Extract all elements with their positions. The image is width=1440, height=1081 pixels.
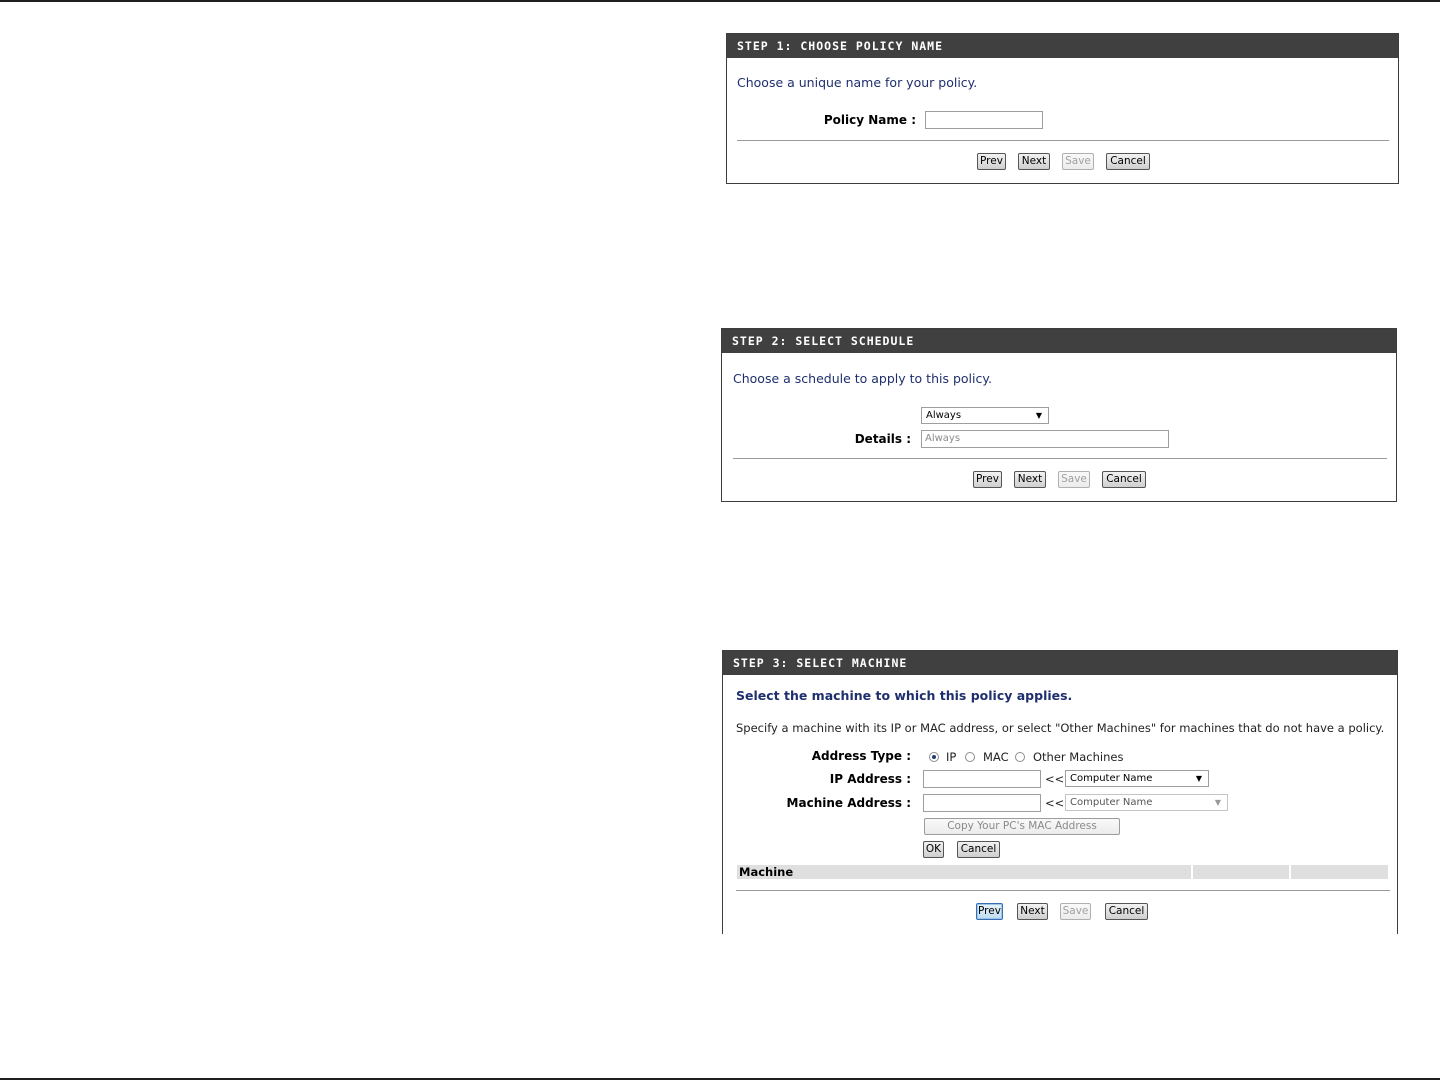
copy-mac-address-button[interactable]: Copy Your PC's MAC Address (924, 818, 1120, 835)
mac-computer-name-select[interactable]: Computer Name ▼ (1065, 794, 1228, 811)
address-type-mac-label: MAC (983, 750, 1009, 764)
step1-intro: Choose a unique name for your policy. (737, 75, 978, 90)
step1-divider (737, 140, 1389, 141)
dropdown-arrow-icon: ▼ (1214, 798, 1221, 807)
step1-cancel-button[interactable]: Cancel (1106, 153, 1150, 170)
step3-header: STEP 3: SELECT MACHINE (723, 651, 1397, 675)
top-page-rule (0, 0, 1440, 2)
step2-header: STEP 2: SELECT SCHEDULE (722, 329, 1396, 353)
mac-computer-name-value: Computer Name (1070, 797, 1153, 808)
bottom-page-rule (0, 1078, 1440, 1080)
policy-name-input[interactable] (925, 111, 1043, 129)
machine-table-header-cell-3 (1290, 864, 1389, 880)
step2-cancel-button[interactable]: Cancel (1102, 471, 1146, 488)
step1-next-button[interactable]: Next (1018, 153, 1050, 170)
step3-next-button[interactable]: Next (1017, 903, 1048, 920)
schedule-select[interactable]: Always ▼ (921, 407, 1049, 424)
step3-description: Specify a machine with its IP or MAC add… (736, 721, 1385, 735)
step2-divider (733, 458, 1387, 459)
step1-header: STEP 1: CHOOSE POLICY NAME (727, 34, 1398, 58)
step2-prev-button[interactable]: Prev (973, 471, 1002, 488)
step1-prev-button[interactable]: Prev (977, 153, 1006, 170)
machine-address-label: Machine Address : (786, 796, 911, 810)
details-label: Details : (854, 432, 911, 446)
machine-table-header: Machine (736, 864, 1192, 880)
details-field: Always (921, 430, 1169, 448)
ip-address-input[interactable] (923, 770, 1041, 788)
policy-name-label: Policy Name : (823, 113, 916, 127)
step3-save-button[interactable]: Save (1060, 903, 1091, 920)
step2-intro: Choose a schedule to apply to this polic… (733, 371, 992, 386)
step3-panel: STEP 3: SELECT MACHINE Select the machin… (722, 650, 1398, 934)
address-type-ip-radio[interactable] (929, 752, 939, 762)
step3-prev-button[interactable]: Prev (976, 903, 1003, 920)
step1-panel: STEP 1: CHOOSE POLICY NAME Choose a uniq… (726, 33, 1399, 184)
ip-computer-name-select[interactable]: Computer Name ▼ (1065, 770, 1209, 787)
address-type-label: Address Type : (811, 749, 911, 763)
step3-divider (736, 890, 1390, 891)
step2-next-button[interactable]: Next (1014, 471, 1046, 488)
address-type-other-label: Other Machines (1033, 750, 1124, 764)
machine-cancel-button[interactable]: Cancel (957, 841, 1000, 858)
schedule-select-value: Always (926, 410, 962, 421)
ip-address-label: IP Address : (829, 772, 911, 786)
dropdown-arrow-icon: ▼ (1035, 411, 1042, 420)
machine-address-input[interactable] (923, 794, 1041, 812)
machine-table-header-cell-2 (1192, 864, 1290, 880)
address-type-mac-radio[interactable] (965, 752, 975, 762)
ok-button[interactable]: OK (923, 841, 944, 858)
step2-save-button[interactable]: Save (1058, 471, 1090, 488)
step1-save-button[interactable]: Save (1062, 153, 1094, 170)
address-type-ip-label: IP (946, 750, 957, 764)
step2-panel: STEP 2: SELECT SCHEDULE Choose a schedul… (721, 328, 1397, 502)
dropdown-arrow-icon: ▼ (1195, 774, 1202, 783)
step3-cancel-button[interactable]: Cancel (1105, 903, 1148, 920)
ip-arrow-symbol: << (1045, 772, 1065, 786)
mac-arrow-symbol: << (1045, 796, 1065, 810)
ip-computer-name-value: Computer Name (1070, 773, 1153, 784)
address-type-other-radio[interactable] (1015, 752, 1025, 762)
step3-intro: Select the machine to which this policy … (736, 688, 1073, 703)
